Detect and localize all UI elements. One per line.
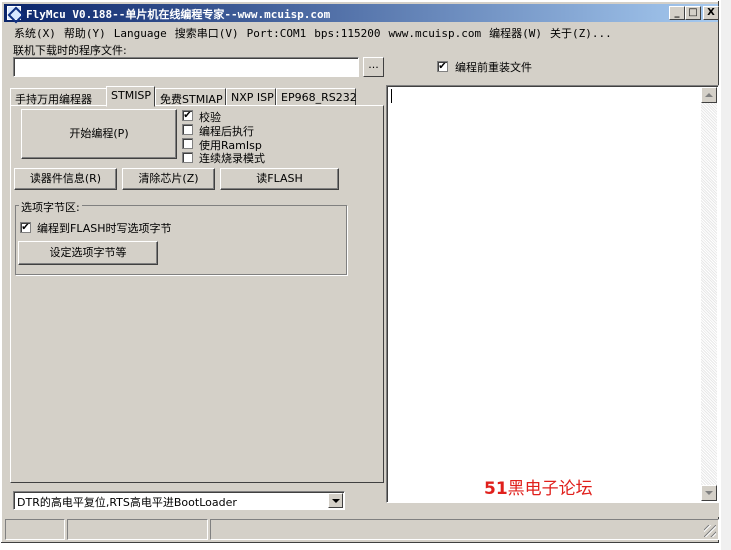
reset-mode-select[interactable]: DTR的高电平复位,RTS高电平进BootLoader [13,491,345,510]
erase-chip-button[interactable]: 清除芯片(Z) [122,168,215,190]
menu-language[interactable]: Language [110,25,171,42]
menu-programmer[interactable]: 编程器(W) [485,23,546,43]
reload-checkbox-label: 编程前重装文件 [455,61,532,74]
write-option-bytes-label: 编程到FLASH时写选项字节 [37,222,172,235]
minimize-button[interactable]: _ [669,6,685,20]
run-after-program-checkbox[interactable] [182,124,193,135]
option-bytes-title: 选项字节区: [19,199,82,215]
read-flash-button[interactable]: 读FLASH [220,168,339,190]
menu-system[interactable]: 系统(X) [10,23,60,43]
menu-help[interactable]: 帮助(Y) [60,23,110,43]
resize-grip-icon[interactable] [704,525,716,537]
menu-search-port[interactable]: 搜索串口(V) [171,23,243,43]
status-pane-2 [67,519,208,540]
text-caret [391,89,392,103]
tab-ep968[interactable]: EP968_RS232 [276,88,357,106]
reset-mode-value: DTR的高电平复位,RTS高电平进BootLoader [17,496,237,509]
status-pane-1 [5,519,65,540]
continuous-mode-label: 连续烧录模式 [199,152,265,165]
window-title: FlyMcu V0.188--单片机在线编程专家--www.mcuisp.com [26,8,331,21]
scroll-up-arrow-icon[interactable] [701,87,717,103]
status-pane-3 [210,519,719,540]
reload-checkbox[interactable]: ✔ [437,61,448,72]
title-bar[interactable]: FlyMcu V0.188--单片机在线编程专家--www.mcuisp.com… [4,4,719,22]
tab-stmiap[interactable]: 免费STMIAP [155,88,226,106]
background-strip [721,0,731,550]
menu-about[interactable]: 关于(Z)... [546,23,616,43]
read-device-info-button[interactable]: 读器件信息(R) [14,168,117,190]
status-bar [5,519,719,541]
menu-bps[interactable]: bps:115200 [310,25,384,42]
program-file-label: 联机下载时的程序文件: [13,44,127,57]
close-button[interactable]: X [703,6,719,20]
menu-port[interactable]: Port:COM1 [243,25,311,42]
output-log[interactable]: 51黑电子论坛 [386,85,719,503]
menu-bar: 系统(X) 帮助(Y) Language 搜索串口(V) Port:COM1 bps:11… [4,23,718,41]
write-option-bytes-checkbox[interactable]: ✔ [20,222,31,233]
tab-handheld-programmer[interactable]: 手持万用编程器 [10,88,107,106]
start-programming-button[interactable]: 开始编程(P) [21,109,177,159]
watermark-text: 黑电子论坛 [507,479,593,499]
verify-checkbox[interactable]: ✔ [182,110,193,121]
watermark-number: 51 [484,479,508,499]
app-icon [7,6,21,20]
chevron-down-icon[interactable] [328,493,343,508]
program-file-input[interactable] [13,57,359,77]
scroll-down-arrow-icon[interactable] [701,485,717,501]
stmisp-panel [10,105,384,483]
use-ramisp-checkbox[interactable] [182,138,193,149]
menu-website[interactable]: www.mcuisp.com [384,25,485,42]
set-option-bytes-button[interactable]: 设定选项字节等 [18,241,158,265]
continuous-mode-checkbox[interactable] [182,152,193,163]
output-scrollbar[interactable] [701,87,717,501]
forum-watermark: 51黑电子论坛 [484,474,593,499]
tab-stmisp[interactable]: STMISP [106,86,155,107]
output-bottom-bar [386,503,719,517]
browse-button[interactable]: ... [363,57,384,77]
maximize-button[interactable]: □ [685,6,701,20]
main-window: FlyMcu V0.188--单片机在线编程专家--www.mcuisp.com… [0,0,720,544]
tab-nxp-isp[interactable]: NXP ISP [226,88,276,106]
